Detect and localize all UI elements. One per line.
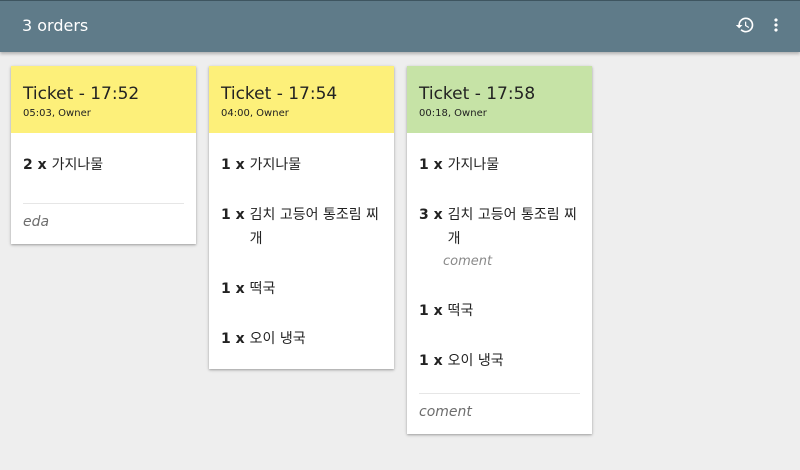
item-quantity: 2 x bbox=[23, 157, 47, 173]
ticket-card[interactable]: Ticket - 17:58 00:18, Owner 1 x 가지나물 3 x… bbox=[407, 66, 592, 434]
ticket-elapsed-owner: 05:03, Owner bbox=[23, 108, 91, 119]
item-name: 오이 냉국 bbox=[447, 353, 504, 369]
item-name: 김치 고등어 통조림 찌개 bbox=[249, 207, 379, 247]
order-item[interactable]: 1 x 김치 고등어 통조림 찌개 bbox=[221, 203, 382, 251]
ticket-header[interactable]: Ticket - 17:54 04:00, Owner bbox=[209, 66, 394, 133]
item-name: 떡국 bbox=[249, 281, 276, 297]
order-item[interactable]: 1 x 떡국 bbox=[221, 277, 382, 301]
item-quantity: 1 x bbox=[221, 207, 245, 223]
ticket-card[interactable]: Ticket - 17:52 05:03, Owner 2 x 가지나물 eda bbox=[11, 66, 196, 244]
item-name: 오이 냉국 bbox=[249, 331, 306, 347]
more-options-button[interactable] bbox=[764, 13, 788, 37]
ticket-note: eda bbox=[23, 214, 50, 230]
order-item[interactable]: 2 x 가지나물 bbox=[23, 153, 184, 177]
order-item[interactable]: 1 x 가지나물 bbox=[419, 153, 580, 177]
item-name: 떡국 bbox=[447, 303, 474, 319]
item-name: 김치 고등어 통조림 찌개 bbox=[447, 207, 577, 247]
item-quantity: 3 x bbox=[419, 207, 443, 223]
item-quantity: 1 x bbox=[419, 303, 443, 319]
item-name: 가지나물 bbox=[447, 157, 500, 173]
ticket-items: 1 x 가지나물 1 x 김치 고등어 통조림 찌개 1 x 떡국 1 x 오이… bbox=[209, 133, 394, 351]
order-item[interactable]: 1 x 떡국 bbox=[419, 299, 580, 323]
ticket-card[interactable]: Ticket - 17:54 04:00, Owner 1 x 가지나물 1 x… bbox=[209, 66, 394, 369]
item-quantity: 1 x bbox=[221, 281, 245, 297]
more-vert-icon bbox=[774, 18, 778, 32]
history-button[interactable] bbox=[733, 13, 757, 37]
ticket-title: Ticket - 17:58 bbox=[419, 84, 536, 104]
item-quantity: 1 x bbox=[221, 331, 245, 347]
order-item[interactable]: 1 x 오이 냉국 bbox=[419, 349, 580, 373]
item-name: 가지나물 bbox=[249, 157, 302, 173]
item-quantity: 1 x bbox=[419, 157, 443, 173]
history-icon bbox=[735, 17, 754, 33]
app-bar: 3 orders bbox=[0, 0, 800, 52]
ticket-title: Ticket - 17:52 bbox=[23, 84, 140, 104]
ticket-title: Ticket - 17:54 bbox=[221, 84, 338, 104]
item-name: 가지나물 bbox=[51, 157, 104, 173]
page-title: 3 orders bbox=[22, 16, 89, 35]
order-item[interactable]: 3 x 김치 고등어 통조림 찌개 coment bbox=[419, 203, 580, 273]
order-item[interactable]: 1 x 오이 냉국 bbox=[221, 327, 382, 351]
item-comment: coment bbox=[443, 254, 493, 269]
order-item[interactable]: 1 x 가지나물 bbox=[221, 153, 382, 177]
ticket-items: 2 x 가지나물 bbox=[11, 133, 196, 177]
ticket-header[interactable]: Ticket - 17:52 05:03, Owner bbox=[11, 66, 196, 133]
ticket-note: coment bbox=[419, 404, 472, 420]
item-quantity: 1 x bbox=[419, 353, 443, 369]
ticket-items: 1 x 가지나물 3 x 김치 고등어 통조림 찌개 coment 1 x 떡국… bbox=[407, 133, 592, 373]
item-quantity: 1 x bbox=[221, 157, 245, 173]
ticket-elapsed-owner: 00:18, Owner bbox=[419, 108, 487, 119]
ticket-header[interactable]: Ticket - 17:58 00:18, Owner bbox=[407, 66, 592, 133]
ticket-elapsed-owner: 04:00, Owner bbox=[221, 108, 289, 119]
